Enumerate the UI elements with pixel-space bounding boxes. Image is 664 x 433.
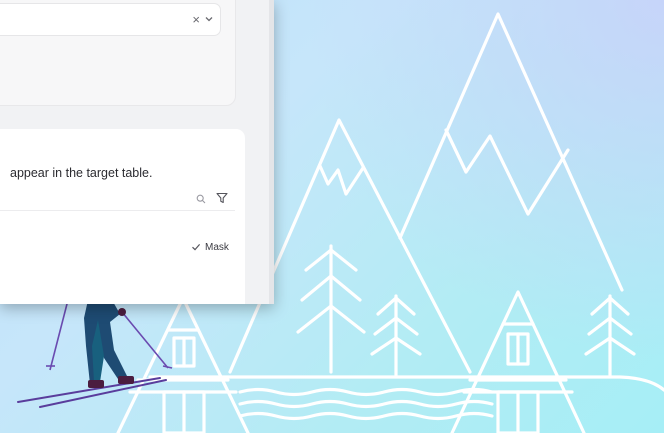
mountain-large: [400, 14, 622, 290]
cabin-right: [452, 292, 584, 433]
skier-boot-right: [118, 376, 134, 384]
rules-description: appear in the target table.: [10, 166, 153, 180]
skier-boot-left: [88, 380, 104, 388]
table-header-divider: [0, 210, 235, 211]
column-select[interactable]: ×: [0, 3, 221, 36]
settings-panel: × appear in the target table. Mask: [0, 0, 274, 304]
close-icon[interactable]: ×: [192, 12, 200, 28]
cabin-left: [118, 298, 248, 433]
lake-wave-1: [240, 390, 492, 395]
pine-tree-right: [586, 296, 634, 375]
lake-wave-3: [240, 414, 492, 419]
chevron-down-icon[interactable]: [204, 14, 214, 24]
pine-tree-left: [298, 246, 364, 372]
pine-tree-middle: [372, 296, 420, 375]
filter-icon[interactable]: [216, 192, 228, 204]
rules-card: [0, 129, 245, 304]
panel-scroll-edge: [269, 0, 274, 304]
lake-wave-2: [240, 402, 492, 407]
mask-label: Mask: [205, 241, 229, 253]
ski-pole-left: [50, 300, 68, 370]
mountain-large-snow: [446, 130, 568, 214]
skier-glove-right: [118, 308, 126, 316]
check-icon: [192, 244, 201, 251]
mountain-medium-snow: [320, 166, 363, 194]
mask-status[interactable]: Mask: [191, 240, 229, 254]
search-icon[interactable]: [196, 194, 206, 204]
